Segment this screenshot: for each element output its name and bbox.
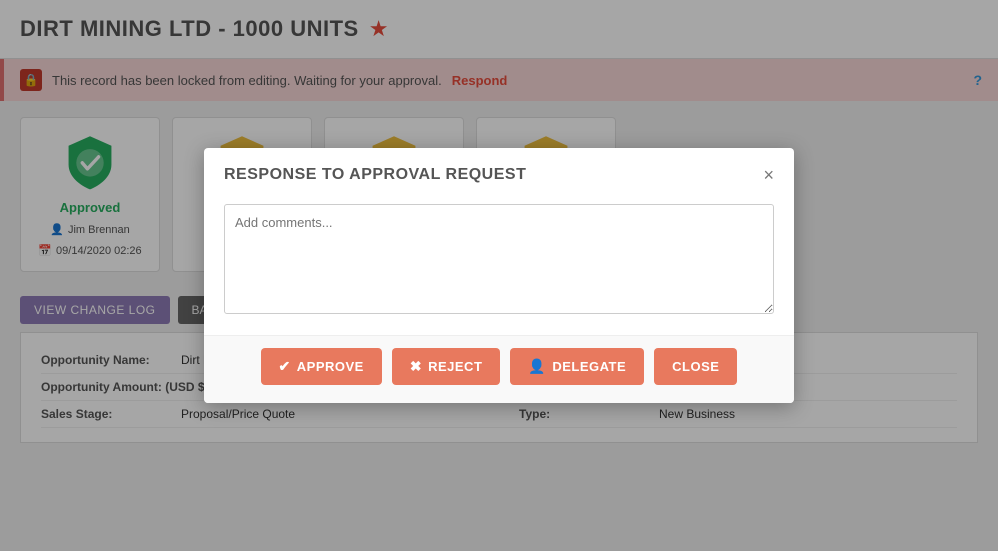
modal-close-x-button[interactable]: ×	[763, 166, 774, 184]
reject-label: REJECT	[428, 359, 482, 374]
approve-button[interactable]: ✔ APPROVE	[261, 348, 382, 385]
approve-label: APPROVE	[297, 359, 364, 374]
modal-overlay: RESPONSE TO APPROVAL REQUEST × ✔ APPROVE…	[0, 0, 998, 551]
close-action-label: CLOSE	[672, 359, 719, 374]
delegate-icon: 👤	[528, 358, 546, 375]
reject-button[interactable]: ✖ REJECT	[392, 348, 501, 385]
comments-textarea[interactable]	[224, 204, 774, 314]
approve-icon: ✔	[279, 358, 291, 375]
modal-title: RESPONSE TO APPROVAL REQUEST	[224, 166, 526, 184]
delegate-label: DELEGATE	[552, 359, 626, 374]
delegate-button[interactable]: 👤 DELEGATE	[510, 348, 644, 385]
modal-footer: ✔ APPROVE ✖ REJECT 👤 DELEGATE CLOSE	[204, 335, 794, 403]
reject-icon: ✖	[410, 358, 422, 375]
modal-header: RESPONSE TO APPROVAL REQUEST ×	[204, 148, 794, 196]
modal-dialog: RESPONSE TO APPROVAL REQUEST × ✔ APPROVE…	[204, 148, 794, 403]
close-action-button[interactable]: CLOSE	[654, 348, 737, 385]
page-background: DIRT MINING LTD - 1000 UNITS ★ 🔒 This re…	[0, 0, 998, 551]
modal-body	[204, 196, 794, 335]
